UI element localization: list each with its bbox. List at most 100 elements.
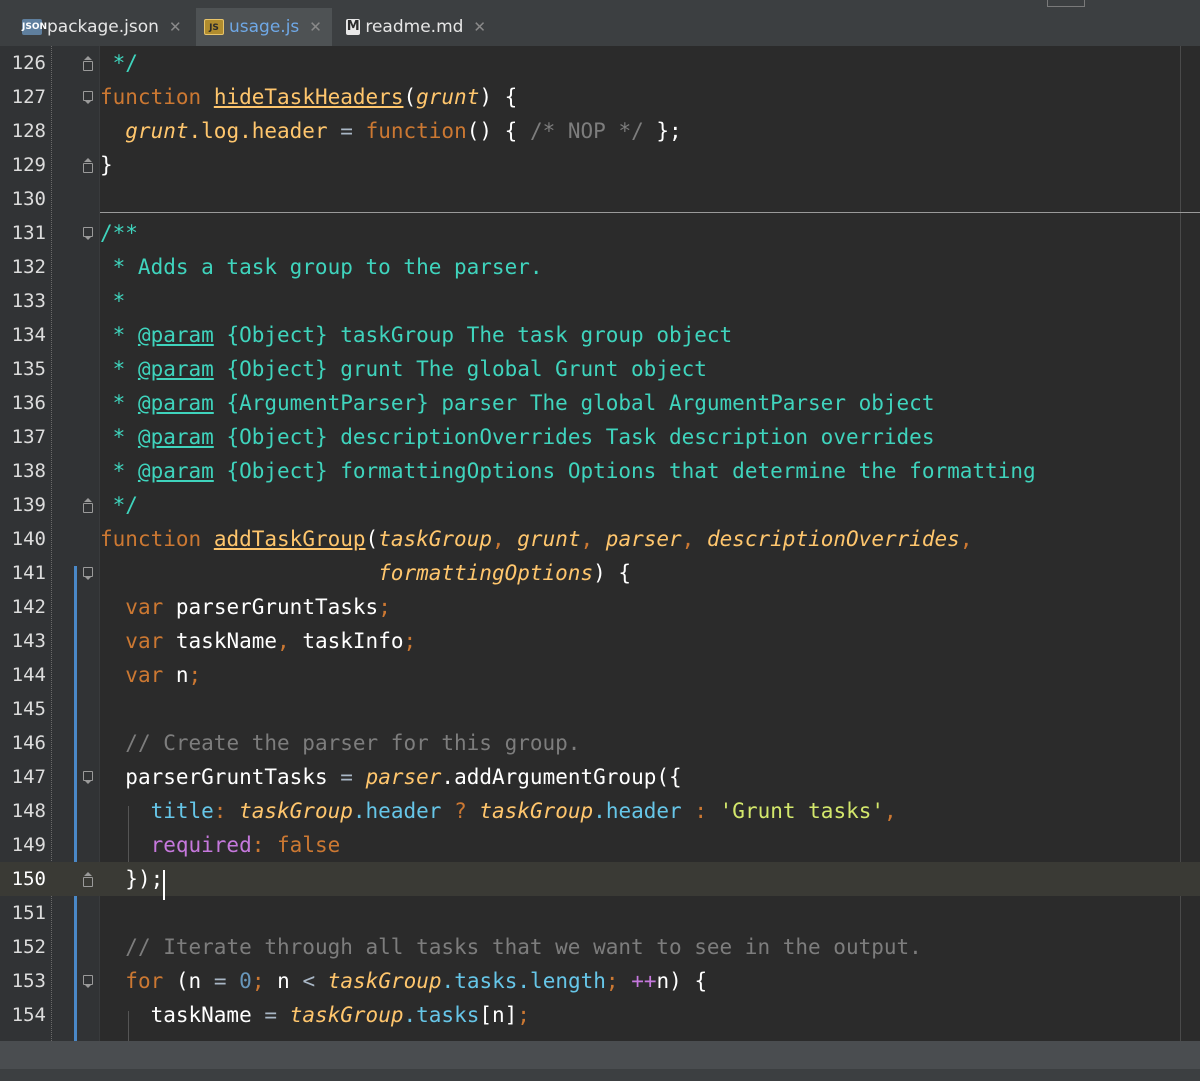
code-line[interactable]: 154 taskName = taskGroup.tasks[n]; [0,998,1200,1032]
close-icon[interactable]: ✕ [309,18,322,36]
parameter: parser [605,527,682,551]
code-line[interactable]: 132 * Adds a task group to the parser. [0,250,1200,284]
fold-start-icon[interactable] [81,973,95,989]
method-call: .addArgumentGroup({ [441,765,682,789]
line-number: 128 [11,120,46,142]
close-icon[interactable]: ✕ [169,18,182,36]
doc-tag: @param [137,459,214,483]
tab-usage-js[interactable]: JS usage.js ✕ [196,8,332,46]
identifier: n [188,969,202,993]
code-line[interactable]: 136 * @param {ArgumentParser} parser The… [0,386,1200,420]
tab-readme-md[interactable]: M readme.md ✕ [338,8,496,46]
object-key: required [150,833,252,857]
code-line[interactable]: 140 function addTaskGroup(taskGroup, gru… [0,522,1200,556]
fold-end-icon[interactable] [81,871,95,887]
doc-tag: @param [137,323,214,347]
markdown-file-icon: M [346,19,361,35]
code-line[interactable]: 144 var n; [0,658,1200,692]
fold-end-icon[interactable] [81,157,95,173]
property: .tasks [403,1003,480,1027]
tab-label: readme.md [365,17,464,37]
code-line[interactable]: 127 function hideTaskHeaders(grunt) { [0,80,1200,114]
property: .header [593,799,682,823]
identifier: taskName [150,1003,252,1027]
fold-start-icon[interactable] [81,565,95,581]
function-name: addTaskGroup [213,527,366,551]
code-line[interactable]: 143 var taskName, taskInfo; [0,624,1200,658]
doc-comment: */ [100,51,138,75]
line-number: 131 [11,222,46,244]
line-number: 147 [11,766,46,788]
code-line[interactable]: 134 * @param {Object} taskGroup The task… [0,318,1200,352]
identifier: taskGroup [327,969,442,993]
code-line[interactable]: 142 var parserGruntTasks; [0,590,1200,624]
doc-tag: @param [137,391,214,415]
parameter: descriptionOverrides [706,527,960,551]
fold-end-icon[interactable] [81,497,95,513]
comment: // Create the parser for this group. [125,731,581,755]
index-access: [n] [479,1003,518,1027]
code-line[interactable]: 147 parserGruntTasks = parser.addArgumen… [0,760,1200,794]
fold-end-icon[interactable] [81,55,95,71]
code-line[interactable]: 135 * @param {Object} grunt The global G… [0,352,1200,386]
fold-start-icon[interactable] [81,225,95,241]
line-number: 136 [11,392,46,414]
code-line[interactable]: 139 */ [0,488,1200,522]
doc-comment: /** [100,221,138,245]
doc-comment: {ArgumentParser} parser The global Argum… [226,391,935,415]
code-line[interactable]: 151 [0,896,1200,930]
code-line[interactable]: 126 */ [0,46,1200,80]
property: .length [517,969,606,993]
fold-start-icon[interactable] [81,89,95,105]
code-line[interactable]: 138 * @param {Object} formattingOptions … [0,454,1200,488]
doc-comment: * Adds a task group to the parser. [100,255,543,279]
line-number: 129 [11,154,46,176]
line-number: 133 [11,290,46,312]
identifier: grunt [125,119,189,143]
code-line[interactable]: 148 title: taskGroup.header ? taskGroup.… [0,794,1200,828]
tab-overflow-button[interactable] [1047,0,1085,7]
line-number: 151 [11,902,46,924]
code-line[interactable]: 128 grunt.log.header = function() { /* N… [0,114,1200,148]
doc-tag: @param [137,425,214,449]
fold-start-icon[interactable] [81,769,95,785]
close-icon[interactable]: ✕ [473,18,486,36]
parameter: grunt [517,527,581,551]
identifier: parser [365,765,442,789]
identifier: taskInfo [302,629,404,653]
parameter: formattingOptions [378,561,594,585]
code-line[interactable]: 133 * [0,284,1200,318]
keyword: var [125,629,164,653]
parameter: grunt [416,85,480,109]
line-number: 152 [11,936,46,958]
horizontal-scrollbar[interactable] [0,1041,1200,1069]
keyword: function [100,527,202,551]
js-file-icon: JS [204,19,224,35]
doc-comment: {Object} formattingOptions Options that … [226,459,1036,483]
brace: } [100,153,113,177]
line-number: 153 [11,970,46,992]
code-line[interactable]: 145 [0,692,1200,726]
doc-comment: * [100,289,126,313]
code-line[interactable]: 130 [0,182,1200,216]
code-line[interactable]: 129 } [0,148,1200,182]
code-line[interactable]: 152 // Iterate through all tasks that we… [0,930,1200,964]
identifier: taskGroup [479,799,594,823]
code-line[interactable]: 137 * @param {Object} descriptionOverrid… [0,420,1200,454]
status-bar [0,1069,1200,1081]
line-number: 140 [11,528,46,550]
line-number: 127 [11,86,46,108]
line-number: 146 [11,732,46,754]
current-line[interactable]: 150 }); [0,862,1200,896]
code-line[interactable]: 153 for (n = 0; n < taskGroup.tasks.leng… [0,964,1200,998]
line-number: 126 [11,52,46,74]
tab-package-json[interactable]: JSON package.json ✕ [14,8,190,46]
code-line[interactable]: 131 /** [0,216,1200,250]
code-editor[interactable]: 126 */ 127 function hideTaskHeaders(grun… [0,46,1200,1041]
identifier: n [277,969,290,993]
code-line[interactable]: 146 // Create the parser for this group. [0,726,1200,760]
line-number: 130 [11,188,46,210]
code-line[interactable]: 141 formattingOptions) { [0,556,1200,590]
identifier: taskGroup [289,1003,404,1027]
code-line[interactable]: 149 required: false [0,828,1200,862]
